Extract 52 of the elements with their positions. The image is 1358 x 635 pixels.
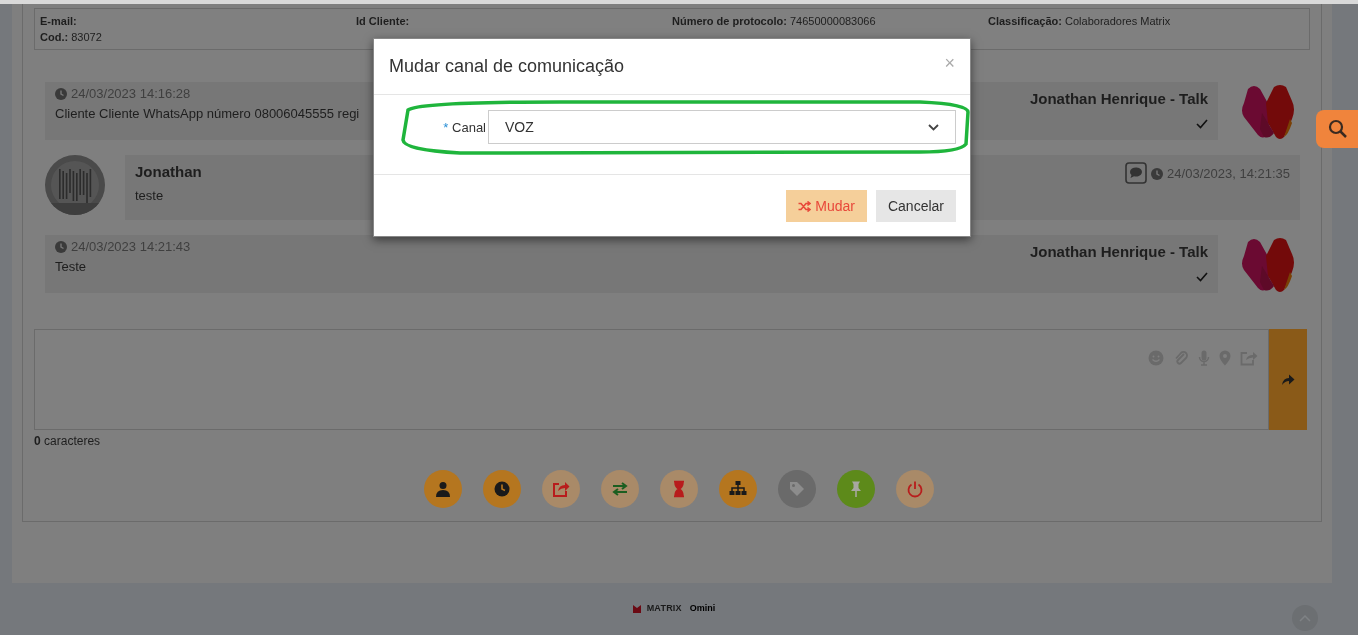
clock-icon xyxy=(55,240,67,253)
info-field: Cod.: 83072 xyxy=(40,29,356,45)
logo-avatar xyxy=(1240,236,1296,292)
person-icon xyxy=(434,480,452,498)
action-button[interactable] xyxy=(896,470,934,508)
info-field: Classificação: Colaboradores Matrix xyxy=(988,13,1304,29)
forward-icon xyxy=(1281,373,1295,386)
action-button[interactable] xyxy=(719,470,757,508)
required-mark: * xyxy=(443,120,449,135)
message-text: Cliente Cliente WhatsApp número 08006045555 regi xyxy=(55,104,360,123)
action-button[interactable] xyxy=(601,470,639,508)
info-field: E-mail: xyxy=(40,13,356,29)
clock-icon xyxy=(493,480,511,498)
message-time: 24/03/2023, 14:21:35 xyxy=(1167,165,1290,183)
cancel-button[interactable]: Cancelar xyxy=(875,190,956,222)
logo-icon xyxy=(632,605,641,613)
dialog-title: Mudar canal de comunicação xyxy=(389,55,625,78)
tag-icon xyxy=(788,480,806,498)
clock-icon xyxy=(55,87,67,100)
chevron-down-icon xyxy=(928,123,939,131)
sitemap-icon xyxy=(729,480,747,498)
shuffle-icon xyxy=(798,200,812,212)
character-count: 0 caracteres xyxy=(34,433,102,450)
message-text: Teste xyxy=(55,257,88,276)
search-icon xyxy=(1328,119,1348,139)
message-time: 24/03/2023 14:21:43 xyxy=(71,238,191,256)
footer-product: Omini xyxy=(689,602,716,616)
message-time: 24/03/2023 14:16:28 xyxy=(71,85,191,103)
field-label: * Canal xyxy=(442,119,487,137)
swap-arrows-icon xyxy=(611,480,629,498)
power-icon xyxy=(906,480,924,498)
check-icon xyxy=(1196,118,1208,129)
chat-bubble-icon xyxy=(1125,162,1148,184)
action-button[interactable] xyxy=(424,470,462,508)
logo-avatar xyxy=(1240,83,1296,139)
info-field: Id Cliente: xyxy=(356,13,672,29)
action-button[interactable] xyxy=(542,470,580,508)
message-text: teste xyxy=(135,186,165,205)
sender-name: Jonathan Henrique - Talk xyxy=(1029,89,1208,109)
sender-name: Jonathan xyxy=(135,162,202,182)
check-icon xyxy=(1196,271,1208,282)
action-button[interactable] xyxy=(483,470,521,508)
info-field: Número de protocolo: 74650000083066 xyxy=(672,13,988,29)
sender-name: Jonathan Henrique - Talk xyxy=(1029,242,1208,262)
share-icon xyxy=(552,480,570,498)
message-input[interactable] xyxy=(34,329,1269,430)
search-button[interactable] xyxy=(1316,110,1358,148)
clock-icon xyxy=(1151,167,1164,180)
send-button[interactable] xyxy=(1269,329,1307,430)
channel-select[interactable]: VOZ xyxy=(488,110,956,144)
action-button[interactable] xyxy=(660,470,698,508)
footer-brand: MATRIX xyxy=(646,602,682,616)
